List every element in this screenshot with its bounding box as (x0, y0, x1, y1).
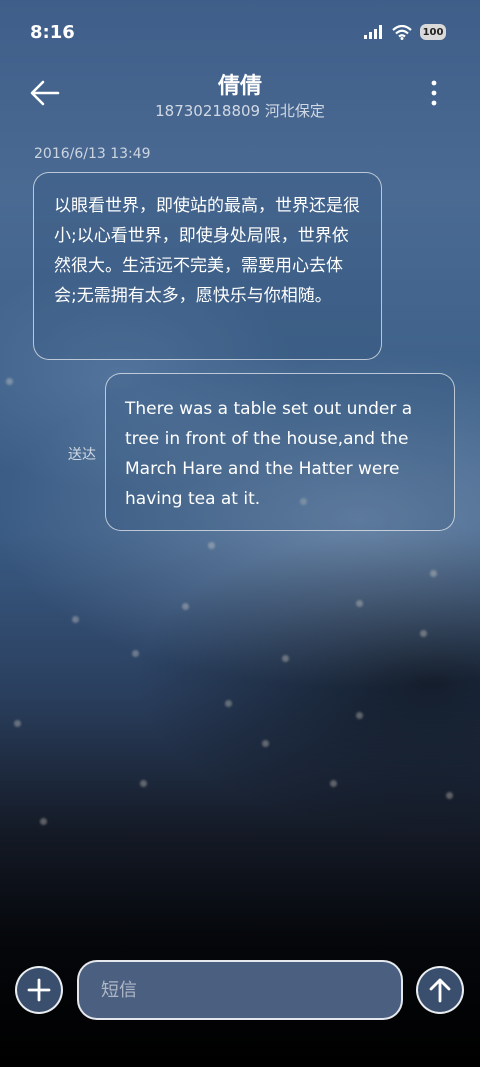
message-timestamp: 2016/6/13 13:49 (34, 146, 151, 162)
send-button[interactable] (416, 966, 464, 1014)
delivery-status: 送达 (68, 447, 96, 463)
sms-input[interactable] (77, 960, 403, 1020)
plus-icon (17, 968, 61, 1012)
signal-icon (364, 25, 384, 39)
contact-number-location: 18730218809 河北保定 (155, 102, 325, 120)
status-bar: 8:16 100 (0, 0, 480, 66)
status-time: 8:16 (30, 22, 75, 43)
message-composer (0, 958, 480, 1024)
message-text: There was a table set out under a tree i… (125, 399, 413, 509)
message-text: 以眼看世界，即使站的最高，世界还是很小;以心看世界，即使身处局限，世界依然很大。… (54, 196, 360, 306)
status-icons: 100 (364, 24, 446, 40)
wifi-icon (392, 24, 412, 40)
more-vertical-icon (430, 80, 444, 106)
outgoing-message-bubble[interactable]: There was a table set out under a tree i… (105, 373, 455, 531)
conversation-header: 倩倩 18730218809 河北保定 (0, 66, 480, 130)
battery-icon: 100 (420, 24, 446, 40)
contact-name: 倩倩 (217, 74, 262, 99)
more-options-button[interactable] (430, 80, 444, 110)
arrow-up-icon (418, 968, 462, 1012)
incoming-message-bubble[interactable]: 以眼看世界，即使站的最高，世界还是很小;以心看世界，即使身处局限，世界依然很大。… (33, 172, 382, 360)
add-attachment-button[interactable] (15, 966, 63, 1014)
